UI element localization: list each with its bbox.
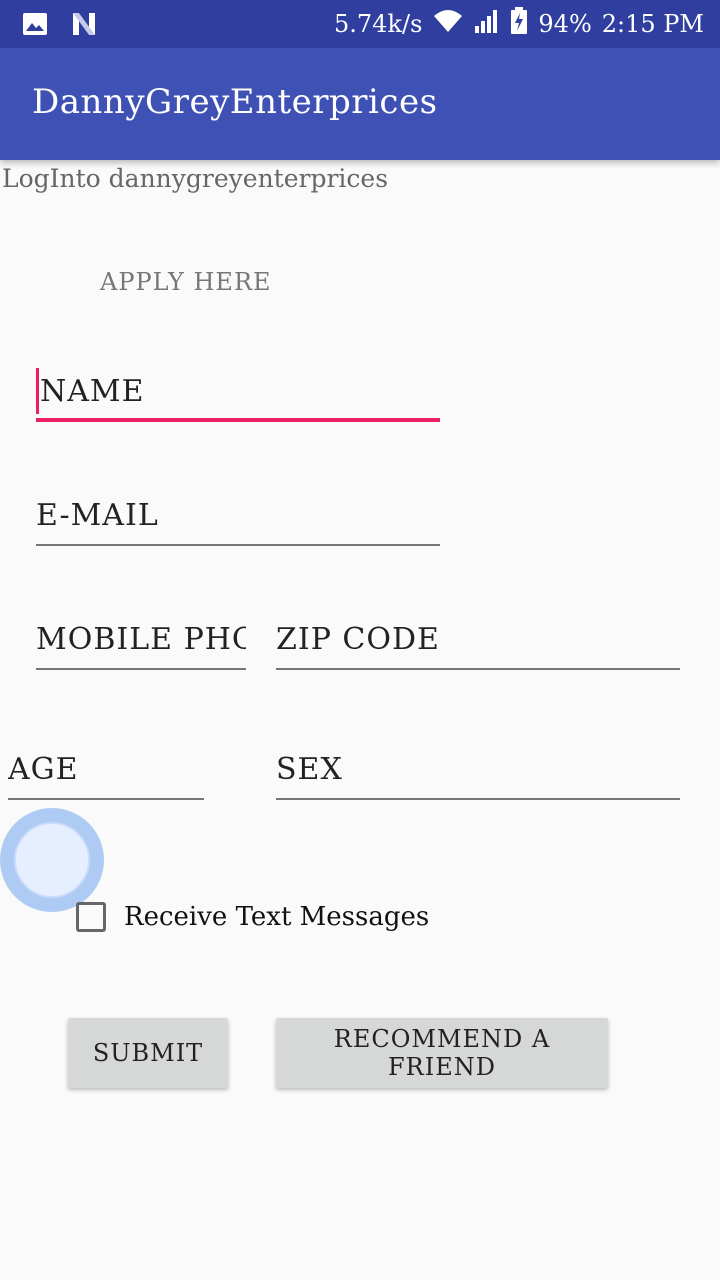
signal-icon: [474, 8, 500, 40]
touch-ripple-center: [14, 822, 90, 898]
mobile-phone-field[interactable]: MOBILE PHONE: [36, 614, 246, 670]
n-notification-icon: [70, 10, 98, 42]
wifi-icon: [432, 8, 464, 40]
email-field[interactable]: E-MAIL: [36, 490, 440, 546]
recommend-friend-button[interactable]: RECOMMEND A FRIEND: [276, 1018, 608, 1088]
app-bar: DannyGreyEnterprices: [0, 48, 720, 160]
touch-ripple: [0, 808, 104, 912]
app-title: DannyGreyEnterprices: [32, 82, 438, 122]
age-field[interactable]: AGE: [8, 744, 204, 800]
sex-field-placeholder: SEX: [276, 752, 343, 787]
receive-text-checkbox[interactable]: [76, 902, 106, 932]
battery-icon: [510, 7, 528, 41]
clock: 2:15 PM: [601, 10, 704, 38]
login-subtitle: LogInto dannygreyenterprices: [2, 164, 389, 193]
name-field-placeholder: NAME: [40, 374, 145, 409]
age-field-placeholder: AGE: [8, 752, 79, 787]
name-field[interactable]: NAME: [36, 366, 440, 422]
battery-percent: 94%: [538, 10, 592, 38]
zip-code-field[interactable]: ZIP CODE: [276, 614, 680, 670]
email-field-placeholder: E-MAIL: [36, 498, 159, 533]
image-icon: [22, 12, 48, 40]
zip-code-field-placeholder: ZIP CODE: [276, 622, 440, 657]
receive-text-label[interactable]: Receive Text Messages: [124, 902, 429, 932]
apply-here-heading: APPLY HERE: [100, 268, 272, 296]
text-cursor: [36, 368, 39, 414]
network-speed: 5.74k/s: [334, 10, 423, 38]
mobile-phone-field-placeholder: MOBILE PHONE: [36, 622, 246, 657]
submit-button[interactable]: SUBMIT: [68, 1018, 228, 1088]
sex-field[interactable]: SEX: [276, 744, 680, 800]
status-bar: 5.74k/s 94% 2:15 PM: [0, 0, 720, 48]
